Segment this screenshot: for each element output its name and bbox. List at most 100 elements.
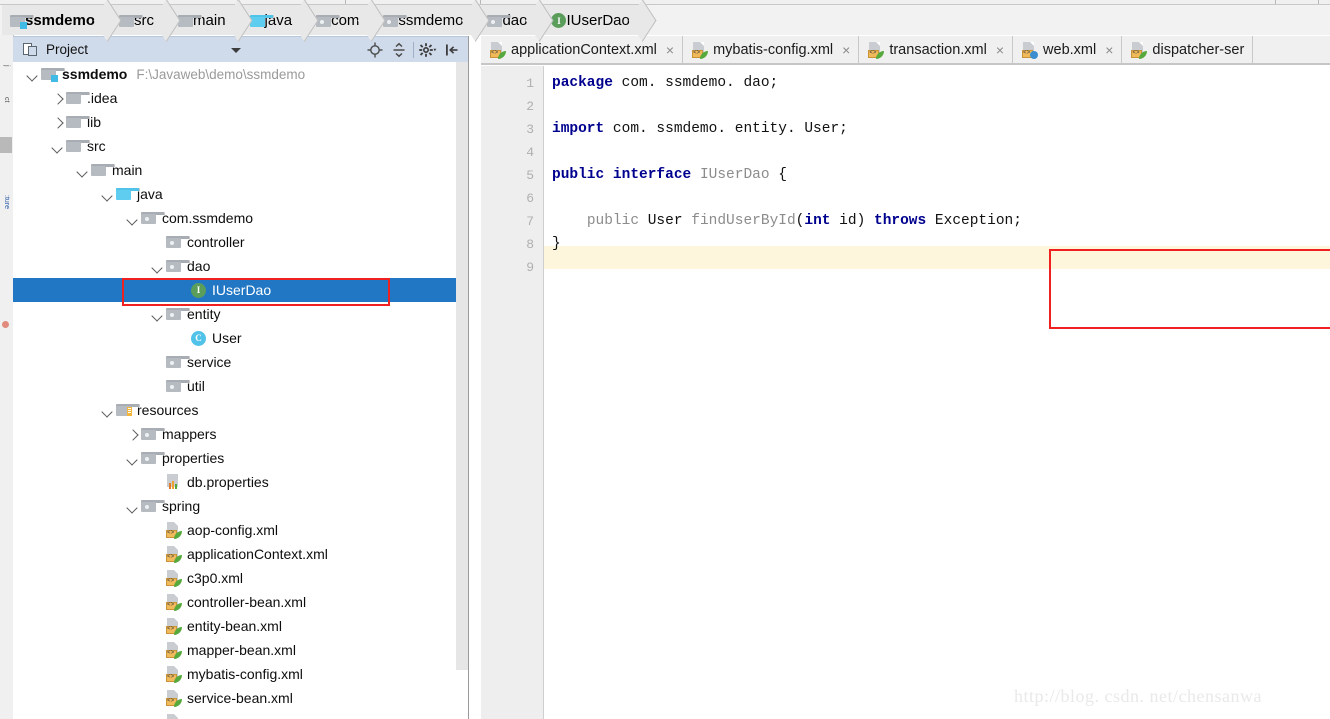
close-icon[interactable]: × <box>1105 43 1113 57</box>
tree-row[interactable]: util <box>13 374 468 398</box>
tree-row[interactable]: mybatis-config.xml <box>13 662 468 686</box>
project-tree[interactable]: ssmdemo F:\Javaweb\demo\ssmdemo .idea lib sr… <box>13 62 468 719</box>
chevron-down-icon[interactable] <box>77 165 88 176</box>
close-icon[interactable]: × <box>996 43 1004 57</box>
chevron-down-icon[interactable] <box>102 405 113 416</box>
chevron-right-icon[interactable] <box>52 117 63 128</box>
tree-row[interactable]: resources <box>13 398 468 422</box>
tree-row[interactable]: controller-bean.xml <box>13 590 468 614</box>
close-icon[interactable]: × <box>666 43 674 57</box>
breadcrumb-item-ssmdemo[interactable]: ssmdemo <box>375 5 480 35</box>
tree-row[interactable]: controller <box>13 230 468 254</box>
chevron-down-icon[interactable] <box>127 213 138 224</box>
tree-row[interactable]: mapper-bean.xml <box>13 638 468 662</box>
code-annotation-box <box>1049 249 1330 329</box>
tree-row[interactable]: service <box>13 350 468 374</box>
tree-row[interactable] <box>13 710 468 719</box>
web-xml-file-icon <box>1022 42 1039 59</box>
package-icon <box>166 260 190 272</box>
tree-item-label: db.properties <box>187 474 269 490</box>
chevron-down-icon[interactable] <box>52 141 63 152</box>
code-token: public interface <box>552 167 692 183</box>
class-icon: C <box>191 330 206 346</box>
close-icon[interactable]: × <box>842 43 850 57</box>
code-editor[interactable]: 1 2 3 4 5 6 7 8 9 package com. ssmdemo. dao; impo… <box>481 66 1330 719</box>
tree-row[interactable]: applicationContext.xml <box>13 542 468 566</box>
editor-tab-mybatis-config-xml[interactable]: mybatis-config.xml × <box>683 36 860 64</box>
breadcrumb-item-main[interactable]: main <box>170 5 242 35</box>
tree-row[interactable]: db.properties <box>13 470 468 494</box>
package-icon <box>166 380 190 392</box>
line-number: 8 <box>526 237 534 252</box>
chevron-down-icon[interactable] <box>102 189 113 200</box>
code-line[interactable]: public interface IUserDao { <box>544 164 1330 187</box>
editor-tab-transaction-xml[interactable]: transaction.xml × <box>859 36 1014 64</box>
tree-row[interactable]: mappers <box>13 422 468 446</box>
tree-item-label: controller <box>187 234 245 250</box>
panel-divider[interactable] <box>468 36 469 719</box>
package-icon <box>141 500 165 512</box>
editor-tab-label: transaction.xml <box>889 42 987 58</box>
code-token: IUserDao <box>699 167 770 183</box>
tree-row[interactable]: c3p0.xml <box>13 566 468 590</box>
tab-bar-underline <box>481 63 1330 65</box>
tree-row[interactable]: entity-bean.xml <box>13 614 468 638</box>
breadcrumb-item-ssmdemo[interactable]: ssmdemo <box>2 5 112 35</box>
tree-row[interactable]: main <box>13 158 468 182</box>
tree-row[interactable]: ssmdemo F:\Javaweb\demo\ssmdemo <box>13 62 468 86</box>
tree-row[interactable]: lib <box>13 110 468 134</box>
line-number-gutter[interactable]: 1 2 3 4 5 6 7 8 9 <box>481 66 544 719</box>
scrollbar-thumb[interactable] <box>456 62 468 670</box>
locate-icon[interactable] <box>363 37 387 63</box>
breadcrumb-item-iuserdao[interactable]: I IUserDao <box>543 5 646 35</box>
xml-file-icon <box>166 618 182 635</box>
chevron-right-icon[interactable] <box>127 429 138 440</box>
chevron-down-icon[interactable] <box>152 309 163 320</box>
code-line[interactable] <box>544 187 1330 210</box>
editor-tab-applicationcontext-xml[interactable]: applicationContext.xml × <box>481 36 684 64</box>
code-line[interactable] <box>544 141 1330 164</box>
chevron-down-icon[interactable] <box>231 48 241 53</box>
tree-row[interactable]: .idea <box>13 86 468 110</box>
code-line[interactable] <box>544 95 1330 118</box>
project-tree-scrollbar[interactable] <box>456 62 468 719</box>
code-line[interactable]: import com. ssmdemo. entity. User; <box>544 118 1330 141</box>
line-number: 4 <box>526 145 534 160</box>
tree-row[interactable]: spring <box>13 494 468 518</box>
chevron-down-icon[interactable] <box>127 453 138 464</box>
tree-item-label: ssmdemo <box>62 66 128 82</box>
left-tool-window-strip[interactable]: j ct :ture <box>0 5 14 719</box>
line-number: 7 <box>526 214 534 229</box>
code-area[interactable]: package com. ssmdemo. dao; import com. ss… <box>544 66 1330 719</box>
line-number: 2 <box>526 99 534 114</box>
line-number: 6 <box>526 191 534 206</box>
tree-row[interactable]: service-bean.xml <box>13 686 468 710</box>
tree-item-label: aop-config.xml <box>187 522 279 538</box>
package-icon <box>141 212 165 224</box>
chevron-right-icon[interactable] <box>52 93 63 104</box>
tree-row[interactable]: java <box>13 182 468 206</box>
chevron-down-icon[interactable] <box>127 501 138 512</box>
code-token: User <box>639 213 692 229</box>
hide-panel-icon[interactable] <box>440 37 464 63</box>
line-number: 1 <box>526 76 534 91</box>
xml-file-icon <box>692 42 709 59</box>
editor-tab-web-xml[interactable]: web.xml × <box>1013 36 1123 64</box>
tree-row[interactable]: com.ssmdemo <box>13 206 468 230</box>
tree-row[interactable]: aop-config.xml <box>13 518 468 542</box>
tree-row[interactable]: properties <box>13 446 468 470</box>
tree-row[interactable]: src <box>13 134 468 158</box>
chevron-down-icon[interactable] <box>27 69 38 80</box>
tree-row[interactable]: C User <box>13 326 468 350</box>
gear-icon[interactable] <box>416 37 440 63</box>
chevron-down-icon[interactable] <box>152 261 163 272</box>
code-line[interactable]: package com. ssmdemo. dao; <box>544 72 1330 95</box>
code-line[interactable]: public User findUserById(int id) throws … <box>544 210 1330 233</box>
tree-row[interactable]: dao <box>13 254 468 278</box>
editor-tab-dispatcher-ser[interactable]: dispatcher-ser <box>1122 36 1254 64</box>
tree-item-path: F:\Javaweb\demo\ssmdemo <box>136 66 306 82</box>
xml-file-icon <box>166 570 182 587</box>
package-icon <box>141 452 165 464</box>
collapse-all-icon[interactable] <box>387 37 411 63</box>
